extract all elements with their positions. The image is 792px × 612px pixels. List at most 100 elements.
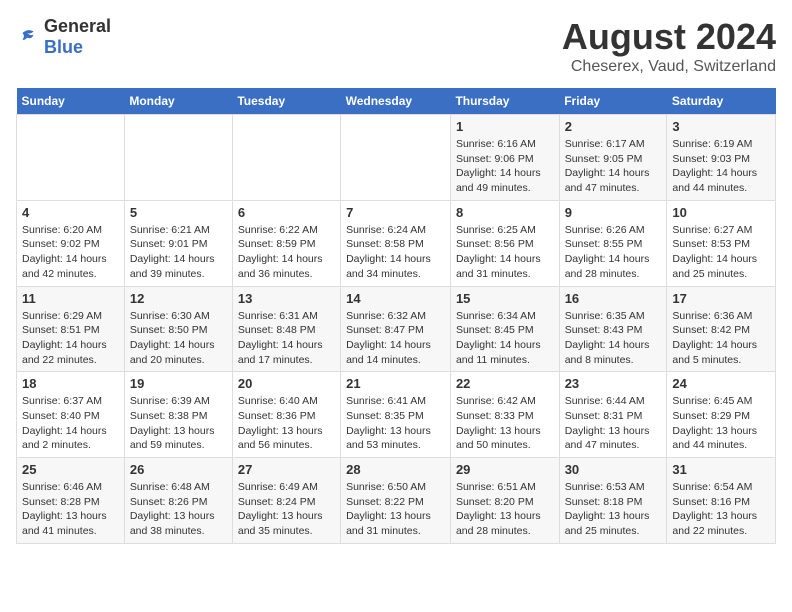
day-number: 16 [565, 291, 662, 306]
day-info: Sunrise: 6:42 AM Sunset: 8:33 PM Dayligh… [456, 394, 554, 453]
calendar-cell: 25Sunrise: 6:46 AM Sunset: 8:28 PM Dayli… [17, 458, 125, 544]
col-header-monday: Monday [124, 88, 232, 115]
calendar-cell: 16 Sunrise: 6:35 AM Sunset: 8:43 PM Dayli… [559, 286, 667, 372]
logo-general: General [44, 16, 111, 36]
col-header-thursday: Thursday [450, 88, 559, 115]
day-number: 17 [672, 291, 770, 306]
day-info: Sunrise: 6:27 AM Sunset: 8:53 PM Dayligh… [672, 223, 770, 282]
week-row-4: 18Sunrise: 6:37 AM Sunset: 8:40 PM Dayli… [17, 372, 776, 458]
calendar-cell: 21Sunrise: 6:41 AM Sunset: 8:35 PM Dayli… [341, 372, 451, 458]
day-number: 11 [22, 291, 119, 306]
day-number: 22 [456, 376, 554, 391]
main-title: August 2024 [562, 16, 776, 58]
day-info: Sunrise: 6:39 AM Sunset: 8:38 PM Dayligh… [130, 394, 227, 453]
day-number: 1 [456, 119, 554, 134]
col-header-wednesday: Wednesday [341, 88, 451, 115]
calendar-cell: 7Sunrise: 6:24 AM Sunset: 8:58 PM Daylig… [341, 200, 451, 286]
col-header-saturday: Saturday [667, 88, 776, 115]
calendar-cell: 30 Sunrise: 6:53 AM Sunset: 8:18 PM Dayli… [559, 458, 667, 544]
day-info: Sunrise: 6:40 AM Sunset: 8:36 PM Dayligh… [238, 394, 335, 453]
calendar-cell: 26Sunrise: 6:48 AM Sunset: 8:26 PM Dayli… [124, 458, 232, 544]
calendar-cell: 3 Sunrise: 6:19 AM Sunset: 9:03 PM Daylig… [667, 115, 776, 201]
calendar-cell: 6 Sunrise: 6:22 AM Sunset: 8:59 PM Daylig… [232, 200, 340, 286]
calendar-cell: 11 Sunrise: 6:29 AM Sunset: 8:51 PM Dayli… [17, 286, 125, 372]
day-info: Sunrise: 6:53 AM Sunset: 8:18 PM Dayligh… [565, 480, 662, 539]
day-number: 6 [238, 205, 335, 220]
calendar-header-row: SundayMondayTuesdayWednesdayThursdayFrid… [17, 88, 776, 115]
day-info: Sunrise: 6:48 AM Sunset: 8:26 PM Dayligh… [130, 480, 227, 539]
calendar-cell [124, 115, 232, 201]
day-info: Sunrise: 6:44 AM Sunset: 8:31 PM Dayligh… [565, 394, 662, 453]
day-number: 10 [672, 205, 770, 220]
week-row-1: 1 Sunrise: 6:16 AM Sunset: 9:06 PM Daylig… [17, 115, 776, 201]
day-number: 19 [130, 376, 227, 391]
title-area: August 2024 Cheserex, Vaud, Switzerland [562, 16, 776, 76]
calendar-cell [341, 115, 451, 201]
calendar-cell: 15 Sunrise: 6:34 AM Sunset: 8:45 PM Dayli… [450, 286, 559, 372]
calendar-cell [17, 115, 125, 201]
day-number: 8 [456, 205, 554, 220]
day-number: 20 [238, 376, 335, 391]
day-number: 3 [672, 119, 770, 134]
calendar-cell: 9 Sunrise: 6:26 AM Sunset: 8:55 PM Daylig… [559, 200, 667, 286]
calendar-table: SundayMondayTuesdayWednesdayThursdayFrid… [16, 88, 776, 544]
calendar-cell: 20 Sunrise: 6:40 AM Sunset: 8:36 PM Dayli… [232, 372, 340, 458]
logo: General Blue [16, 16, 111, 58]
col-header-sunday: Sunday [17, 88, 125, 115]
calendar-cell [232, 115, 340, 201]
day-number: 31 [672, 462, 770, 477]
calendar-cell: 19 Sunrise: 6:39 AM Sunset: 8:38 PM Dayli… [124, 372, 232, 458]
calendar-cell: 27 Sunrise: 6:49 AM Sunset: 8:24 PM Dayli… [232, 458, 340, 544]
day-number: 30 [565, 462, 662, 477]
day-number: 9 [565, 205, 662, 220]
day-info: Sunrise: 6:19 AM Sunset: 9:03 PM Dayligh… [672, 137, 770, 196]
day-number: 15 [456, 291, 554, 306]
calendar-cell: 2Sunrise: 6:17 AM Sunset: 9:05 PM Daylig… [559, 115, 667, 201]
day-info: Sunrise: 6:30 AM Sunset: 8:50 PM Dayligh… [130, 309, 227, 368]
calendar-cell: 23Sunrise: 6:44 AM Sunset: 8:31 PM Dayli… [559, 372, 667, 458]
day-info: Sunrise: 6:22 AM Sunset: 8:59 PM Dayligh… [238, 223, 335, 282]
calendar-cell: 4Sunrise: 6:20 AM Sunset: 9:02 PM Daylig… [17, 200, 125, 286]
day-info: Sunrise: 6:46 AM Sunset: 8:28 PM Dayligh… [22, 480, 119, 539]
week-row-2: 4Sunrise: 6:20 AM Sunset: 9:02 PM Daylig… [17, 200, 776, 286]
header: General Blue August 2024 Cheserex, Vaud,… [16, 16, 776, 76]
calendar-cell: 24 Sunrise: 6:45 AM Sunset: 8:29 PM Dayli… [667, 372, 776, 458]
calendar-cell: 14 Sunrise: 6:32 AM Sunset: 8:47 PM Dayli… [341, 286, 451, 372]
subtitle: Cheserex, Vaud, Switzerland [562, 58, 776, 76]
day-number: 14 [346, 291, 445, 306]
day-number: 12 [130, 291, 227, 306]
day-info: Sunrise: 6:45 AM Sunset: 8:29 PM Dayligh… [672, 394, 770, 453]
day-info: Sunrise: 6:29 AM Sunset: 8:51 PM Dayligh… [22, 309, 119, 368]
calendar-cell: 22 Sunrise: 6:42 AM Sunset: 8:33 PM Dayli… [450, 372, 559, 458]
calendar-cell: 29Sunrise: 6:51 AM Sunset: 8:20 PM Dayli… [450, 458, 559, 544]
day-number: 27 [238, 462, 335, 477]
calendar-cell: 13 Sunrise: 6:31 AM Sunset: 8:48 PM Dayli… [232, 286, 340, 372]
day-info: Sunrise: 6:31 AM Sunset: 8:48 PM Dayligh… [238, 309, 335, 368]
logo-bird-icon [16, 25, 40, 49]
day-info: Sunrise: 6:35 AM Sunset: 8:43 PM Dayligh… [565, 309, 662, 368]
calendar-cell: 10 Sunrise: 6:27 AM Sunset: 8:53 PM Dayli… [667, 200, 776, 286]
logo-blue: Blue [44, 37, 83, 57]
calendar-cell: 28Sunrise: 6:50 AM Sunset: 8:22 PM Dayli… [341, 458, 451, 544]
day-number: 24 [672, 376, 770, 391]
col-header-friday: Friday [559, 88, 667, 115]
week-row-5: 25Sunrise: 6:46 AM Sunset: 8:28 PM Dayli… [17, 458, 776, 544]
day-info: Sunrise: 6:21 AM Sunset: 9:01 PM Dayligh… [130, 223, 227, 282]
day-info: Sunrise: 6:41 AM Sunset: 8:35 PM Dayligh… [346, 394, 445, 453]
day-info: Sunrise: 6:51 AM Sunset: 8:20 PM Dayligh… [456, 480, 554, 539]
day-info: Sunrise: 6:54 AM Sunset: 8:16 PM Dayligh… [672, 480, 770, 539]
week-row-3: 11 Sunrise: 6:29 AM Sunset: 8:51 PM Dayli… [17, 286, 776, 372]
calendar-cell: 5 Sunrise: 6:21 AM Sunset: 9:01 PM Daylig… [124, 200, 232, 286]
day-info: Sunrise: 6:49 AM Sunset: 8:24 PM Dayligh… [238, 480, 335, 539]
day-info: Sunrise: 6:20 AM Sunset: 9:02 PM Dayligh… [22, 223, 119, 282]
calendar-cell: 31 Sunrise: 6:54 AM Sunset: 8:16 PM Dayli… [667, 458, 776, 544]
day-number: 5 [130, 205, 227, 220]
calendar-cell: 17 Sunrise: 6:36 AM Sunset: 8:42 PM Dayli… [667, 286, 776, 372]
day-info: Sunrise: 6:36 AM Sunset: 8:42 PM Dayligh… [672, 309, 770, 368]
day-number: 28 [346, 462, 445, 477]
day-info: Sunrise: 6:16 AM Sunset: 9:06 PM Dayligh… [456, 137, 554, 196]
day-info: Sunrise: 6:34 AM Sunset: 8:45 PM Dayligh… [456, 309, 554, 368]
day-info: Sunrise: 6:32 AM Sunset: 8:47 PM Dayligh… [346, 309, 445, 368]
day-info: Sunrise: 6:26 AM Sunset: 8:55 PM Dayligh… [565, 223, 662, 282]
day-number: 13 [238, 291, 335, 306]
